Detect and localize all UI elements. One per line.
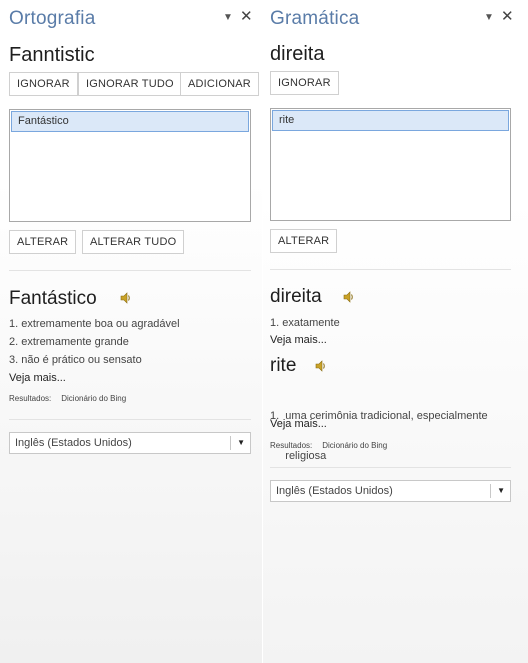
suggestions-list[interactable]: Fantástico	[9, 109, 251, 222]
see-more-link[interactable]: Veja mais...	[270, 418, 327, 430]
language-dropdown[interactable]: Inglês (Estados Unidos) ▼	[270, 480, 511, 502]
grammar-pane: Gramática ▼ ✕ direita IGNORAR rite ALTER…	[263, 0, 528, 663]
caret-down-icon[interactable]: ▼	[497, 481, 505, 501]
results-source[interactable]: Dicionário do Bing	[61, 394, 126, 403]
spelling-pane: Ortografia ▼ ✕ Fanntistic IGNORAR IGNORA…	[0, 0, 262, 663]
divider	[9, 419, 251, 420]
language-value: Inglês (Estados Unidos)	[276, 485, 393, 497]
results-attribution: Resultados: Dicionário do Bing	[270, 441, 387, 450]
close-icon[interactable]: ✕	[240, 7, 253, 25]
change-all-button[interactable]: ALTERAR TUDO	[82, 230, 185, 254]
definition-item: 3. não é prático ou sensato	[9, 354, 142, 366]
divider	[270, 467, 511, 468]
speaker-icon[interactable]	[119, 291, 133, 305]
chevron-down-icon[interactable]: ▼	[223, 12, 233, 23]
speaker-icon[interactable]	[342, 290, 356, 304]
pane-title: Ortografia	[9, 8, 96, 29]
suggestion-item[interactable]: rite	[272, 110, 509, 131]
ignore-button[interactable]: IGNORAR	[9, 72, 78, 96]
chevron-down-icon[interactable]: ▼	[484, 12, 494, 23]
suggestions-list[interactable]: rite	[270, 108, 511, 221]
caret-down-icon[interactable]: ▼	[237, 433, 245, 453]
definition-item: 1. exatamente	[270, 317, 340, 329]
flagged-word: direita	[270, 43, 325, 65]
definition-list: 1. uma cerimônia tradicional, especialme…	[270, 383, 488, 487]
definition-list: 1. exatamente	[270, 314, 340, 332]
change-button[interactable]: ALTERAR	[9, 230, 77, 254]
results-label: Resultados:	[9, 394, 52, 403]
ignore-button[interactable]: IGNORAR	[270, 71, 339, 95]
suggestion-item[interactable]: Fantástico	[11, 111, 249, 132]
change-button[interactable]: ALTERAR	[270, 229, 338, 253]
language-dropdown[interactable]: Inglês (Estados Unidos) ▼	[9, 432, 251, 454]
close-icon[interactable]: ✕	[501, 7, 514, 25]
dropdown-separator	[230, 436, 231, 450]
see-more-link[interactable]: Veja mais...	[9, 372, 66, 384]
divider	[270, 269, 511, 270]
definition-word: direita	[270, 286, 322, 307]
definition-item: 1. extremamente boa ou agradável	[9, 318, 180, 330]
speaker-icon[interactable]	[314, 359, 328, 373]
definition-list: 1. extremamente boa ou agradável 2. extr…	[9, 315, 180, 369]
language-value: Inglês (Estados Unidos)	[15, 437, 132, 449]
definition-item: 2. extremamente grande	[9, 336, 129, 348]
see-more-link[interactable]: Veja mais...	[270, 334, 327, 346]
results-attribution: Resultados: Dicionário do Bing	[9, 394, 126, 403]
definition-word: rite	[270, 355, 297, 376]
misspelled-word: Fanntistic	[9, 44, 95, 66]
definition-item: religiosa	[270, 450, 327, 462]
pane-title: Gramática	[270, 8, 360, 29]
definition-word: Fantástico	[9, 288, 97, 309]
ignore-all-button[interactable]: IGNORAR TUDO	[78, 72, 182, 96]
dropdown-separator	[490, 484, 491, 498]
results-label: Resultados:	[270, 441, 313, 450]
add-button[interactable]: ADICIONAR	[180, 72, 259, 96]
results-source[interactable]: Dicionário do Bing	[322, 441, 387, 450]
divider	[9, 270, 251, 271]
